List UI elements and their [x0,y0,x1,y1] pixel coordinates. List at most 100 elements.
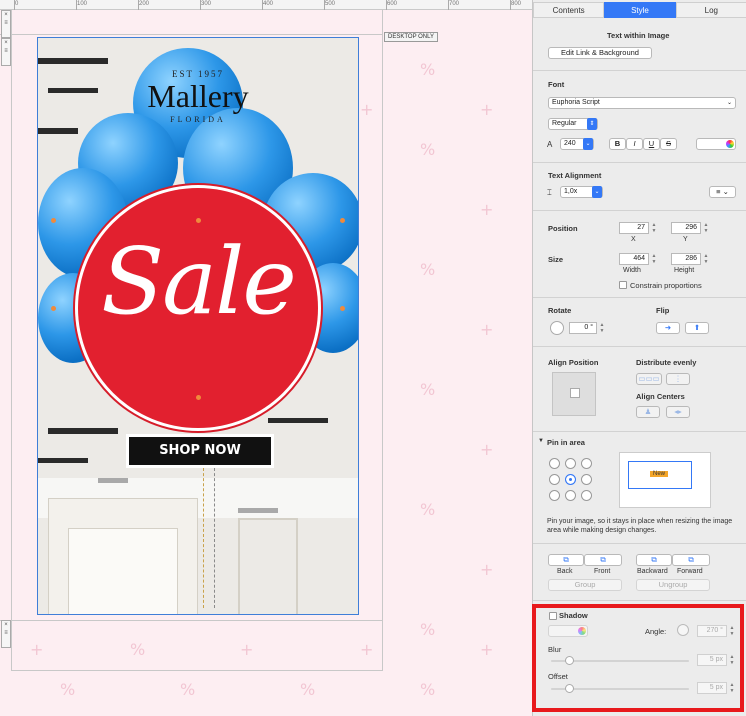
chevron-down-icon: ⌄ [726,100,732,106]
section-title: Text within Image [607,31,670,40]
section-title: Font [548,80,565,89]
shop-now-button[interactable]: SHOP NOW [126,434,274,468]
font-weight-value: Regular [552,120,577,127]
align-center-icon: ≡ ⌄ [716,187,729,196]
font-size-icon: A [547,140,553,149]
stepper-icon[interactable]: ▲ ▼ [703,222,709,234]
align-position-grid[interactable] [552,372,596,416]
forward-label: Forward [677,568,703,575]
text-color-well[interactable] [696,138,736,150]
backward-label: Backward [637,568,668,575]
arrow-right-icon: ➜ [664,323,672,332]
section-handle[interactable]: × ≡ [1,620,11,648]
distribute-v-icon: ⋮ [674,374,682,383]
section-title: Size [548,255,564,264]
pin-preview: New [619,452,711,508]
group-button[interactable]: Group [548,579,622,591]
color-wheel-icon [726,140,734,148]
layers-back-icon: ⧉ [563,555,569,564]
resize-handle[interactable] [196,395,201,400]
guide-line [0,34,382,35]
line-height-value: 1,0x [564,188,578,195]
disclosure-triangle-icon[interactable]: ▼ [538,438,544,444]
font-family-select[interactable]: Euphoria Script ⌄ [548,97,736,109]
bold-button[interactable]: B [609,138,626,150]
distribute-vertical-button[interactable]: ⋮ [666,373,690,385]
flip-vertical-button[interactable]: ⬆ [685,322,709,334]
front-label: Front [594,568,611,575]
section-title: Position [548,224,578,233]
position-x-field[interactable]: 27 [619,222,649,234]
section-title: Text Alignment [548,171,602,180]
stepper-icon: ⇕ [587,118,597,130]
layers-forward-icon: ⧉ [688,555,694,564]
balloon-strings [203,468,215,608]
guide-line [382,10,383,670]
layers-backward-icon: ⧉ [651,555,657,564]
distribute-horizontal-button[interactable]: ▭▭▭ [636,373,662,385]
resize-handle[interactable] [51,306,56,311]
section-handle[interactable]: × ≡ [1,10,11,38]
italic-button[interactable]: I [626,138,643,150]
underline-button[interactable]: U [643,138,660,150]
desktop-only-badge[interactable]: DESKTOP ONLY [384,32,439,42]
chevron-down-icon: ⌄ [583,138,593,150]
font-size-select[interactable]: 240 ⌄ [560,138,594,150]
resize-handle[interactable] [51,218,56,223]
pin-help-text: Pin your image, so it stays in place whe… [547,518,733,534]
y-label: Y [683,236,688,243]
brand-logo: Mallery [147,78,249,114]
font-size-value: 240 [564,140,576,147]
tab-contents[interactable]: Contents [533,2,605,18]
design-canvas[interactable]: %%%% ++++ %%%% ++++ +%%% +%+% +% 0 100 2… [0,0,532,716]
guide-line [11,670,383,671]
section-title: Flip [656,306,670,315]
preview-tag: New [650,471,669,477]
section-title: Distribute evenly [636,358,697,367]
stepper-icon[interactable]: ▲ ▼ [651,253,657,265]
center-icon [570,388,580,398]
send-backward-button[interactable]: ⧉ [636,554,672,566]
sale-badge[interactable]: Sale [78,188,318,428]
section-title: Align Centers [636,392,685,401]
arrow-up-icon: ⬆ [693,323,701,332]
height-field[interactable]: 286 [671,253,701,265]
flip-horizontal-button[interactable]: ➜ [656,322,680,334]
stepper-icon[interactable]: ▲ ▼ [599,322,605,334]
chevron-down-icon: ⌄ [592,186,602,198]
resize-handle[interactable] [340,306,345,311]
sale-headline[interactable]: Sale [78,228,318,335]
ungroup-button[interactable]: Ungroup [636,579,710,591]
resize-handle[interactable] [196,218,201,223]
align-centers-vertical-button[interactable]: ♟ [636,406,660,418]
align-centers-horizontal-button[interactable]: ◂▸ [666,406,690,418]
constrain-proportions-checkbox[interactable] [619,281,627,289]
section-title: Rotate [548,306,572,315]
stepper-icon[interactable]: ▲ ▼ [703,253,709,265]
location-text: FLORIDA [170,115,226,124]
height-label: Height [674,267,695,274]
resize-handle[interactable] [340,218,345,223]
rotate-field[interactable]: 0 ° [569,322,597,334]
rotate-dial[interactable] [550,321,564,335]
tab-style[interactable]: Style [604,2,676,18]
align-center-button[interactable]: ≡ ⌄ [709,186,736,198]
pin-anchor-grid[interactable] [549,458,593,502]
banner-image[interactable]: EST 1957 Mallery FLORIDA Sale SHOP NOW [37,37,359,615]
distribute-h-icon: ▭▭▭ [638,374,660,383]
tab-log[interactable]: Log [675,2,746,18]
back-label: Back [557,568,573,575]
line-height-select[interactable]: 1,0x ⌄ [560,186,603,198]
bring-front-button[interactable]: ⧉ [584,554,622,566]
guide-line [0,620,382,621]
width-field[interactable]: 464 [619,253,649,265]
position-y-field[interactable]: 296 [671,222,701,234]
send-back-button[interactable]: ⧉ [548,554,584,566]
stepper-icon[interactable]: ▲ ▼ [651,222,657,234]
font-weight-select[interactable]: Regular ⇕ [548,118,598,130]
strikethrough-button[interactable]: S [660,138,677,150]
section-title: Pin in area [547,438,585,447]
bring-forward-button[interactable]: ⧉ [672,554,710,566]
edit-link-background-button[interactable]: Edit Link & Background [548,47,652,59]
section-handle[interactable]: × ≡ [1,38,11,66]
